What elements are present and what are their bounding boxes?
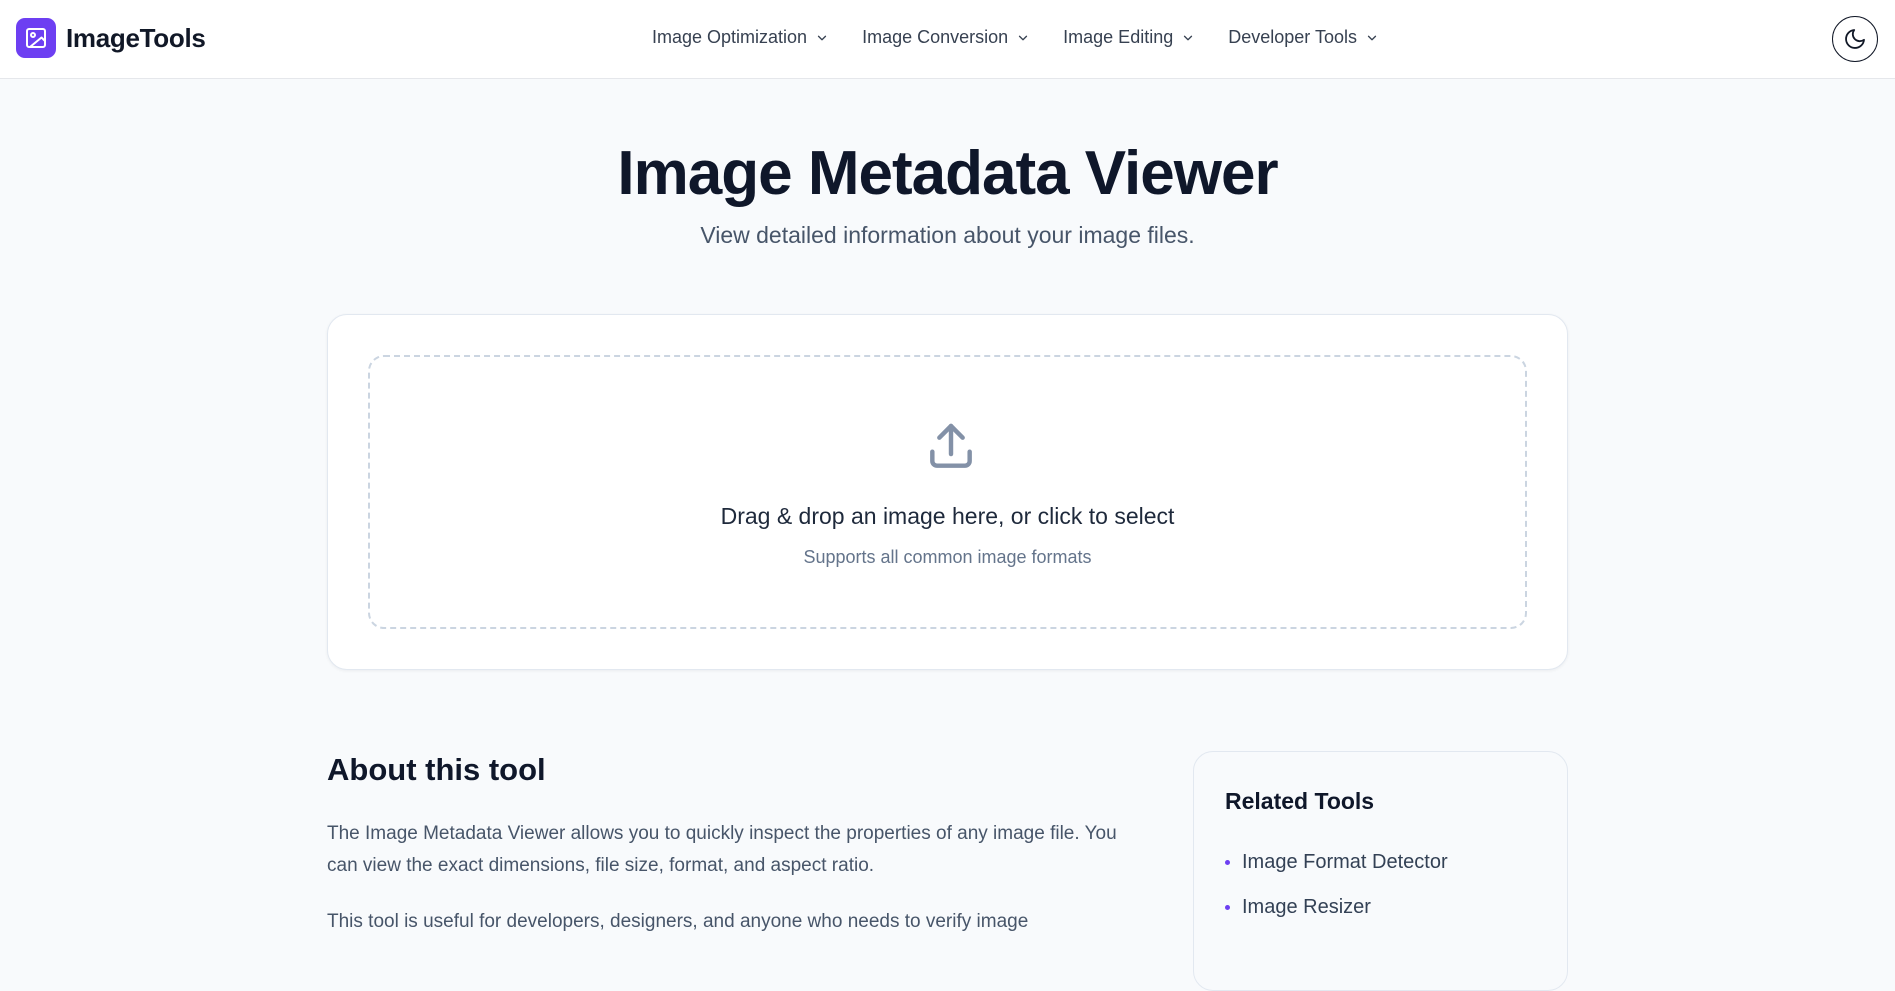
related-tools-heading: Related Tools (1225, 788, 1375, 814)
related-tools-card: Related Tools Image Format Detector Imag… (1193, 751, 1568, 991)
page-title: Image Metadata Viewer (617, 139, 1278, 208)
upload-card: Drag & drop an image here, or click to s… (327, 314, 1568, 670)
upload-icon (930, 423, 972, 468)
chevron-down-icon (1184, 35, 1193, 40)
related-tool-label: Image Format Detector (1242, 851, 1448, 873)
related-tool-link[interactable]: Image Resizer (1225, 885, 1448, 930)
about-paragraph: The Image Metadata Viewer allows you to … (327, 823, 1117, 876)
brand-link[interactable]: ImageTools (16, 18, 206, 58)
dropzone-title: Drag & drop an image here, or click to s… (720, 503, 1175, 529)
bullet-icon (1225, 860, 1230, 865)
image-icon (16, 18, 56, 58)
related-tool-label: Image Resizer (1242, 896, 1371, 918)
bullet-icon (1225, 905, 1230, 910)
image-dropzone[interactable]: Drag & drop an image here, or click to s… (368, 355, 1527, 629)
theme-toggle-button[interactable] (1832, 16, 1878, 62)
about-heading: About this tool (327, 752, 546, 787)
navbar: ImageTools Image Optimization Image Conv… (0, 0, 1895, 79)
chevron-down-icon (817, 35, 827, 40)
related-tool-link[interactable]: Image Format Detector (1225, 840, 1448, 885)
nav-label: Image Optimization (652, 27, 808, 47)
brand-name: ImageTools (66, 22, 206, 53)
about-paragraph: This tool is useful for developers, desi… (327, 911, 1029, 932)
nav-label: Developer Tools (1228, 27, 1357, 47)
chevron-down-icon (1019, 35, 1028, 40)
nav-label: Image Conversion (862, 27, 1009, 47)
main-nav: Image Optimization Image Conversion Imag… (652, 27, 1379, 48)
nav-image-editing[interactable]: Image Editing (1063, 27, 1195, 48)
nav-image-optimization[interactable]: Image Optimization (652, 27, 829, 48)
chevron-down-icon (1367, 35, 1377, 40)
moon-icon (1845, 29, 1865, 49)
dropzone-subtitle: Supports all common image formats (803, 547, 1092, 567)
nav-developer-tools[interactable]: Developer Tools (1228, 27, 1379, 48)
page-subtitle: View detailed information about your ima… (700, 222, 1195, 248)
nav-label: Image Editing (1063, 27, 1174, 47)
nav-image-conversion[interactable]: Image Conversion (862, 27, 1030, 48)
